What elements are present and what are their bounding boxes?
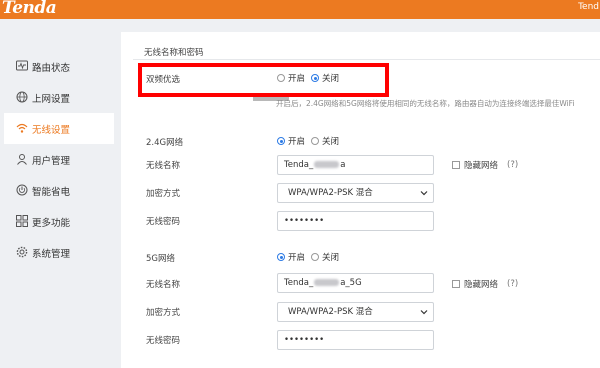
band-5-ssid-input[interactable]: Tenda_ a_5G bbox=[277, 273, 434, 293]
band-24-off-label[interactable]: 关闭 bbox=[322, 135, 339, 147]
sidebar-item-label: 系统管理 bbox=[32, 248, 71, 260]
ssid-prefix: Tenda_ bbox=[284, 160, 314, 170]
band-5-ssid-label: 无线名称 bbox=[146, 280, 181, 290]
sidebar-item-label: 路由状态 bbox=[32, 62, 71, 74]
band-5-security-label: 加密方式 bbox=[146, 308, 181, 318]
status-monitor-icon bbox=[16, 60, 28, 71]
sidebar-item-label: 智能省电 bbox=[32, 186, 71, 198]
band-24-off-radio[interactable] bbox=[311, 137, 320, 145]
annotation-highlight-box bbox=[138, 63, 389, 97]
power-icon bbox=[16, 184, 28, 196]
band-5-radio-group: 开启 关闭 bbox=[277, 251, 345, 263]
sidebar-item-system[interactable]: 系统管理 bbox=[4, 237, 114, 268]
help-icon[interactable]: (?) bbox=[507, 279, 518, 289]
sidebar-item-label: 无线设置 bbox=[32, 124, 71, 136]
chevron-down-icon bbox=[420, 191, 428, 196]
sidebar-item-label: 上网设置 bbox=[32, 93, 71, 105]
band-5-hide-option: 隐藏网络 (?) bbox=[452, 278, 518, 290]
band-24-on-radio[interactable] bbox=[277, 137, 285, 145]
grid-icon bbox=[16, 215, 28, 227]
sidebar-item-router-status[interactable]: 路由状态 bbox=[4, 51, 114, 82]
sidebar-item-internet[interactable]: 上网设置 bbox=[4, 82, 114, 113]
security-value: WPA/WPA2-PSK 混合 bbox=[288, 307, 373, 317]
ssid-prefix: Tenda_ bbox=[284, 278, 314, 288]
help-icon[interactable]: (?) bbox=[507, 160, 518, 170]
sidebar-item-label: 用户管理 bbox=[32, 155, 71, 167]
globe-icon bbox=[16, 91, 28, 103]
sidebar-item-more[interactable]: 更多功能 bbox=[4, 206, 114, 237]
band-24-security-label: 加密方式 bbox=[146, 189, 181, 199]
sidebar-item-wireless[interactable]: 无线设置 bbox=[4, 113, 114, 144]
band-24-on-label[interactable]: 开启 bbox=[288, 135, 305, 147]
band-24-label: 2.4G网络 bbox=[146, 138, 184, 148]
band-24-hide-option: 隐藏网络 (?) bbox=[452, 159, 518, 171]
section-divider bbox=[133, 59, 600, 60]
sidebar-item-users[interactable]: 用户管理 bbox=[4, 144, 114, 175]
band-5-security-select[interactable]: WPA/WPA2-PSK 混合 bbox=[277, 302, 434, 322]
sidebar-item-power-saving[interactable]: 智能省电 bbox=[4, 175, 114, 206]
band-5-password-label: 无线密码 bbox=[146, 336, 181, 346]
ssid-suffix: a bbox=[340, 160, 346, 170]
band-5-password-input[interactable]: •••••••• bbox=[277, 330, 434, 350]
sidebar-item-label: 更多功能 bbox=[32, 217, 71, 229]
band-24-security-select[interactable]: WPA/WPA2-PSK 混合 bbox=[277, 183, 434, 203]
wifi-icon bbox=[16, 123, 28, 133]
band-5-off-label[interactable]: 关闭 bbox=[322, 251, 339, 263]
user-menu[interactable]: Tend bbox=[578, 2, 599, 12]
band-5-hide-checkbox[interactable] bbox=[452, 280, 460, 288]
band-5-on-label[interactable]: 开启 bbox=[288, 251, 305, 263]
band-5-hide-label[interactable]: 隐藏网络 bbox=[464, 278, 498, 290]
band-24-hide-checkbox[interactable] bbox=[452, 161, 460, 169]
dual-band-hint: 开启后，2.4G网络和5G网络将使用相同的无线名称，路由器自动为连接终端选择最佳… bbox=[276, 99, 575, 108]
security-value: WPA/WPA2-PSK 混合 bbox=[288, 188, 373, 198]
band-24-ssid-input[interactable]: Tenda_ a bbox=[277, 155, 434, 175]
brand-logo: Tenda bbox=[2, 0, 57, 18]
band-24-ssid-label: 无线名称 bbox=[146, 161, 181, 171]
ssid-redaction bbox=[314, 161, 340, 168]
user-icon bbox=[17, 154, 27, 165]
chevron-down-icon bbox=[420, 310, 428, 315]
ssid-suffix: a_5G bbox=[340, 278, 362, 288]
gear-icon bbox=[16, 246, 28, 258]
top-bar: Tenda Tend bbox=[0, 0, 600, 19]
band-5-label: 5G网络 bbox=[146, 254, 175, 264]
band-24-password-label: 无线密码 bbox=[146, 217, 181, 227]
band-24-radio-group: 开启 关闭 bbox=[277, 135, 345, 147]
band-5-on-radio[interactable] bbox=[277, 253, 285, 261]
band-5-off-radio[interactable] bbox=[311, 253, 320, 261]
sidebar-nav: 路由状态 上网设置 无线设置 用户管理 智能省电 更多功能 系统管理 bbox=[4, 51, 114, 268]
ssid-redaction bbox=[314, 279, 340, 286]
band-24-hide-label[interactable]: 隐藏网络 bbox=[464, 159, 498, 171]
section-title: 无线名称和密码 bbox=[144, 48, 204, 58]
band-24-password-input[interactable]: •••••••• bbox=[277, 211, 434, 231]
